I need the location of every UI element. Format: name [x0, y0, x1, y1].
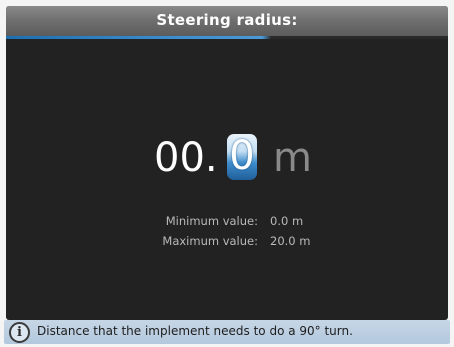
- page-title: Steering radius:: [156, 11, 298, 29]
- maximum-label: Maximum value:: [162, 234, 258, 248]
- minimum-label-box: Minimum value:: [6, 214, 258, 230]
- info-bar: i Distance that the implement needs to d…: [4, 320, 450, 344]
- value-unit: m: [273, 135, 312, 181]
- minimum-value: 0.0 m: [270, 214, 304, 228]
- maximum-value: 20.0 m: [270, 234, 311, 248]
- info-text: Distance that the implement needs to do …: [37, 324, 353, 338]
- value-fixed-digits[interactable]: 00.: [154, 136, 218, 180]
- value-entry[interactable]: 00. 0 m: [6, 128, 448, 188]
- title-bar: Steering radius:: [6, 6, 448, 36]
- minimum-label: Minimum value:: [165, 214, 258, 228]
- maximum-label-box: Maximum value:: [6, 234, 258, 250]
- title-accent-bar: [6, 36, 448, 39]
- maximum-row: Maximum value: 20.0 m: [6, 234, 448, 250]
- info-icon[interactable]: i: [9, 322, 30, 343]
- value-active-digit[interactable]: 0: [227, 134, 257, 180]
- device-frame: Steering radius: 00. 0 m Minimum value: …: [0, 0, 454, 347]
- display-screen: Steering radius: 00. 0 m Minimum value: …: [6, 6, 448, 320]
- minimum-row: Minimum value: 0.0 m: [6, 214, 448, 230]
